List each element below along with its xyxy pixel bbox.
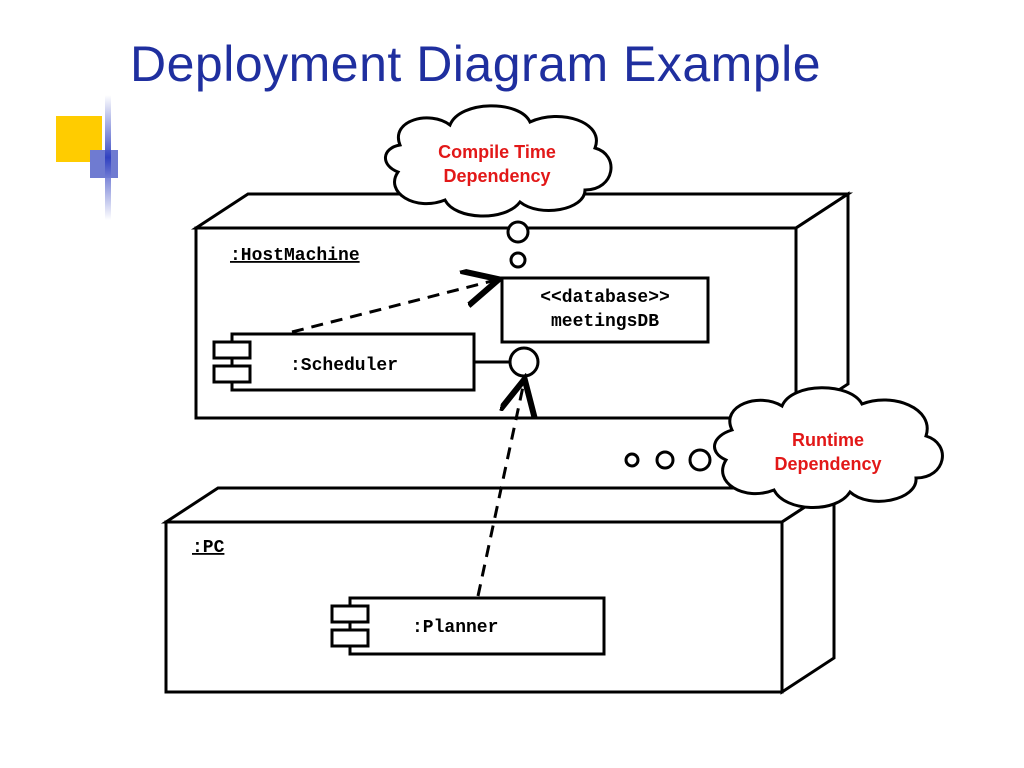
- planner-label: :Planner: [412, 618, 498, 638]
- callout-runtime-line2: Dependency: [774, 454, 881, 474]
- component-planner: :Planner: [332, 598, 604, 654]
- database-name: meetingsDB: [551, 312, 659, 332]
- deployment-diagram: :HostMachine :Scheduler <<database>> mee…: [0, 0, 1024, 768]
- pc-label: :PC: [192, 538, 225, 558]
- component-database: <<database>> meetingsDB: [502, 278, 708, 342]
- callout-compile-line1: Compile Time: [438, 142, 556, 162]
- callout-runtime-line1: Runtime: [792, 430, 864, 450]
- callout-compile-line2: Dependency: [443, 166, 550, 186]
- hostmachine-label: :HostMachine: [230, 246, 360, 266]
- scheduler-label: :Scheduler: [290, 356, 398, 376]
- component-scheduler: :Scheduler: [214, 334, 474, 390]
- node-pc: :PC: [166, 488, 834, 692]
- database-stereotype: <<database>>: [540, 288, 670, 308]
